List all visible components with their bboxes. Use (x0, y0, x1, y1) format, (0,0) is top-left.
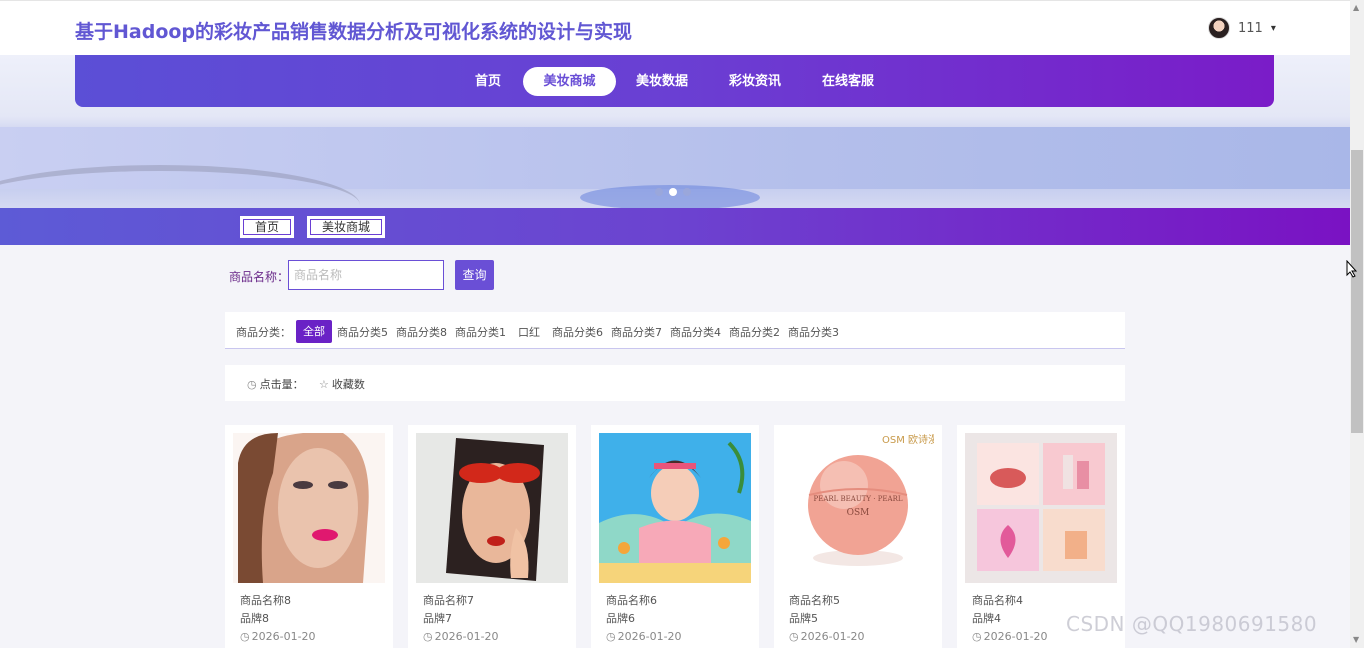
date-text: 2026-01-20 (434, 630, 499, 643)
product-jar-brand: OSM (847, 508, 870, 518)
scroll-down-icon[interactable]: ▼ (1353, 635, 1359, 644)
nav-item-online-service[interactable]: 在线客服 (814, 67, 882, 96)
sort-by-clicks[interactable]: ◷ 点击量： (247, 376, 304, 392)
star-icon: ☆ (319, 377, 329, 391)
product-brand: 品牌4 (972, 612, 1001, 625)
clock-icon: ◷ (247, 377, 257, 391)
product-brand: 品牌5 (789, 612, 818, 625)
sort-label: 收藏数 (331, 378, 365, 391)
product-name[interactable]: 商品名称5 (789, 592, 840, 608)
site-title: 基于Hadoop的彩妆产品销售数据分析及可视化系统的设计与实现 (75, 21, 633, 43)
product-image[interactable] (233, 433, 385, 583)
nav-item-beauty-mall[interactable]: 美妆商城 (523, 67, 616, 96)
product-date: ◷ 2026-01-20 (240, 630, 316, 643)
clock-icon: ◷ (972, 630, 982, 643)
product-card[interactable]: 商品名称7 品牌7 ◷ 2026-01-20 (408, 425, 576, 648)
product-brand: 品牌8 (240, 612, 269, 625)
product-card[interactable]: OSM 欧诗漫 PEARL BEAUTY · PEARL OSM 商品名称5 品… (774, 425, 942, 648)
scroll-thumb[interactable] (1351, 150, 1363, 433)
sort-bar: ◷ 点击量： ☆ 收藏数 (225, 365, 1125, 401)
scroll-up-icon[interactable]: ▲ (1353, 3, 1359, 12)
search-button[interactable]: 查询 (455, 260, 494, 290)
sort-by-favorites[interactable]: ☆ 收藏数 (319, 376, 365, 392)
category-item[interactable]: 商品分类2 (729, 324, 780, 340)
main-nav: 首页 美妆商城 美妆数据 彩妆资讯 在线客服 (75, 55, 1274, 107)
product-date: ◷ 2026-01-20 (789, 630, 865, 643)
avatar[interactable] (1208, 17, 1230, 39)
carousel-indicators (655, 188, 691, 196)
user-menu[interactable]: 111 ▾ (1208, 17, 1276, 39)
category-item[interactable]: 商品分类4 (670, 324, 721, 340)
sort-label: 点击量： (259, 378, 304, 391)
product-card[interactable]: 商品名称8 品牌8 ◷ 2026-01-20 (225, 425, 393, 648)
product-date: ◷ 2026-01-20 (423, 630, 499, 643)
clock-icon: ◷ (240, 630, 250, 643)
nav-item-beauty-data[interactable]: 美妆数据 (628, 67, 696, 96)
product-image[interactable]: OSM 欧诗漫 PEARL BEAUTY · PEARL OSM (782, 433, 934, 583)
product-image[interactable] (599, 433, 751, 583)
top-header: 基于Hadoop的彩妆产品销售数据分析及可视化系统的设计与实现 111 ▾ (0, 0, 1350, 55)
osm-logo: OSM 欧诗漫 (882, 433, 934, 446)
category-item-all[interactable]: 全部 (296, 320, 332, 343)
category-item[interactable]: 商品分类5 (337, 324, 388, 340)
clock-icon: ◷ (606, 630, 616, 643)
category-item[interactable]: 商品分类7 (611, 324, 662, 340)
product-image[interactable] (416, 433, 568, 583)
product-card[interactable]: 商品名称6 品牌6 ◷ 2026-01-20 (591, 425, 759, 648)
date-text: 2026-01-20 (617, 630, 682, 643)
category-filter: 商品分类： 全部 商品分类5 商品分类8 商品分类1 口红 商品分类6 商品分类… (225, 312, 1125, 349)
date-text: 2026-01-20 (983, 630, 1048, 643)
user-name[interactable]: 111 (1238, 21, 1263, 36)
product-name[interactable]: 商品名称6 (606, 592, 657, 608)
nav-item-makeup-news[interactable]: 彩妆资讯 (721, 67, 789, 96)
breadcrumb-home[interactable]: 首页 (240, 216, 294, 238)
breadcrumb: 首页 美妆商城 (0, 208, 1350, 245)
category-item[interactable]: 商品分类3 (788, 324, 839, 340)
carousel-dot[interactable] (683, 188, 691, 196)
search-label: 商品名称： (229, 270, 290, 284)
category-item[interactable]: 口红 (518, 324, 540, 340)
category-item[interactable]: 商品分类8 (396, 324, 447, 340)
product-brand: 品牌7 (423, 612, 452, 625)
product-name[interactable]: 商品名称4 (972, 592, 1023, 608)
watermark: CSDN @QQ1980691580 (1066, 612, 1318, 636)
product-image[interactable] (965, 433, 1117, 583)
chevron-down-icon[interactable]: ▾ (1271, 23, 1276, 34)
clock-icon: ◷ (423, 630, 433, 643)
carousel-dot-active[interactable] (669, 188, 677, 196)
search-input[interactable] (288, 260, 444, 290)
product-name[interactable]: 商品名称8 (240, 592, 291, 608)
nav-item-home[interactable]: 首页 (465, 67, 511, 96)
date-text: 2026-01-20 (251, 630, 316, 643)
date-text: 2026-01-20 (800, 630, 865, 643)
product-brand: 品牌6 (606, 612, 635, 625)
clock-icon: ◷ (789, 630, 799, 643)
category-item[interactable]: 商品分类1 (455, 324, 506, 340)
breadcrumb-beauty-mall[interactable]: 美妆商城 (307, 216, 385, 238)
category-item[interactable]: 商品分类6 (552, 324, 603, 340)
product-date: ◷ 2026-01-20 (972, 630, 1048, 643)
product-date: ◷ 2026-01-20 (606, 630, 682, 643)
mouse-cursor-icon (1346, 260, 1358, 278)
category-label: 商品分类： (236, 326, 291, 339)
product-jar-text: PEARL BEAUTY · PEARL (814, 495, 903, 503)
page-scrollbar[interactable]: ▲ ▼ (1350, 0, 1364, 648)
product-name[interactable]: 商品名称7 (423, 592, 474, 608)
carousel-dot[interactable] (655, 188, 663, 196)
